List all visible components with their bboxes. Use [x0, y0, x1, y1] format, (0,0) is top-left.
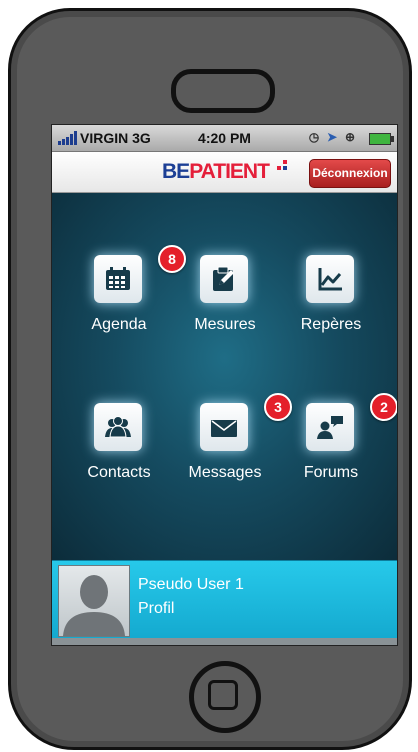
speaker-slot: [171, 69, 275, 113]
people-icon: [105, 416, 131, 438]
user-silhouette-icon: [63, 575, 125, 636]
profile-bar[interactable]: Pseudo User 1 Profil: [52, 560, 397, 639]
tile-agenda-button[interactable]: 8: [94, 245, 186, 303]
tile-reperes[interactable]: Repères: [276, 255, 386, 365]
tile-contacts[interactable]: Contacts: [64, 403, 174, 513]
logo-part-be: BE: [162, 160, 190, 183]
tile-mesures[interactable]: Mesures: [170, 255, 280, 365]
avatar: [58, 565, 130, 637]
calendar-icon: [106, 267, 130, 290]
profile-link[interactable]: Profil: [138, 600, 174, 618]
tile-mesures-button[interactable]: [200, 255, 248, 303]
tile-mesures-label: Mesures: [194, 316, 256, 333]
profile-name: Pseudo User 1: [138, 576, 244, 593]
chat-user-icon: [317, 416, 343, 439]
home-square-icon: [208, 680, 238, 710]
screen-bottom-strip: [52, 638, 397, 645]
location-arrow-icon: ➤: [326, 130, 338, 144]
logout-button[interactable]: Déconnexion: [309, 159, 391, 188]
forums-badge: 2: [370, 393, 397, 421]
clock-icon: ◷: [308, 130, 320, 144]
line-chart-icon: [318, 268, 342, 291]
tile-contacts-button[interactable]: [94, 403, 142, 451]
tile-forums-button[interactable]: 2: [306, 393, 397, 451]
tile-contacts-label: Contacts: [87, 464, 151, 481]
battery-icon: [369, 133, 394, 145]
logo-part-patient: PATIENT: [189, 160, 270, 183]
screen: VIRGIN 3G 4:20 PM ◷ ➤ ⊕ BEPATIENT Déconn…: [51, 124, 398, 646]
tile-messages[interactable]: 3 Messages: [170, 393, 292, 513]
tile-reperes-button[interactable]: [306, 255, 354, 303]
tile-messages-button[interactable]: 3: [200, 393, 292, 451]
dashboard: 8 Agenda Mesures Repères Contacts 3 Mess…: [52, 193, 397, 560]
envelope-icon: [211, 420, 237, 437]
phone-frame: VIRGIN 3G 4:20 PM ◷ ➤ ⊕ BEPATIENT Déconn…: [8, 8, 412, 750]
tile-agenda-label: Agenda: [91, 316, 147, 333]
rotation-lock-icon: ⊕: [344, 130, 356, 144]
clipboard-edit-icon: [213, 266, 234, 291]
tile-agenda[interactable]: 8 Agenda: [64, 245, 186, 365]
tile-reperes-label: Repères: [300, 316, 362, 333]
tile-forums[interactable]: 2 Forums: [276, 393, 397, 513]
nav-bar: BEPATIENT Déconnexion: [52, 152, 397, 193]
status-bar: VIRGIN 3G 4:20 PM ◷ ➤ ⊕: [52, 125, 397, 152]
status-icons: ◷ ➤ ⊕: [307, 129, 394, 147]
brand-logo: BEPATIENT: [162, 160, 270, 184]
tile-forums-label: Forums: [303, 464, 359, 481]
tile-messages-label: Messages: [188, 464, 262, 481]
logo-mark-icon: [277, 160, 287, 170]
home-button[interactable]: [189, 661, 261, 733]
